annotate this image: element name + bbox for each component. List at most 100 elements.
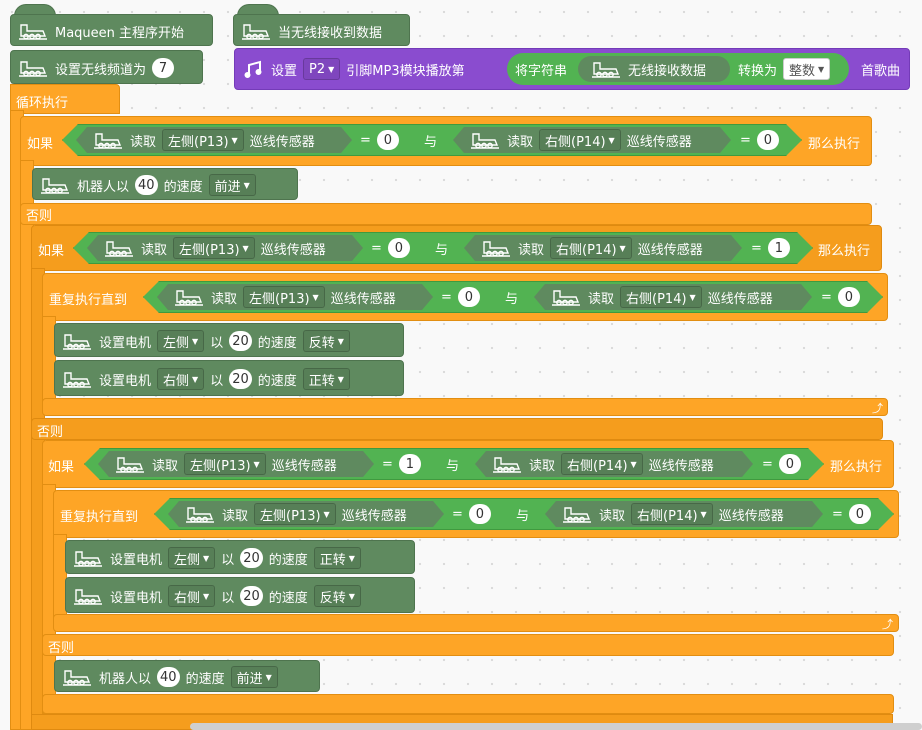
value-input[interactable]: 0: [468, 504, 491, 524]
robot-forward-block-c[interactable]: 机器人以 40 的速度 前进 ▼: [54, 660, 320, 692]
radio-data-label: 无线接收数据: [628, 63, 707, 79]
sensor-side-dropdown[interactable]: 右侧(P14) ▼: [620, 286, 702, 308]
sensor-side-dropdown[interactable]: 右侧(P14) ▼: [631, 503, 713, 525]
sensor-label: 巡线传感器: [648, 458, 714, 474]
with-label: 以: [221, 590, 235, 606]
suffix-label: 首歌曲: [861, 63, 901, 79]
motor-side-dropdown[interactable]: 左侧 ▼: [168, 547, 216, 569]
maqueen-robot-icon: [186, 507, 214, 523]
speed-suffix-label: 的速度: [185, 671, 225, 687]
maqueen-robot-icon: [563, 507, 591, 523]
sensor-side-dropdown[interactable]: 左侧(P13) ▼: [243, 286, 325, 308]
sensor-side-dropdown[interactable]: 左侧(P13) ▼: [162, 129, 244, 151]
maqueen-robot-icon: [41, 178, 69, 194]
eq-label: =: [740, 132, 751, 148]
repeat-until-label: 重复执行直到: [49, 293, 128, 308]
and-label: 与: [516, 508, 530, 524]
motor-side-dropdown[interactable]: 左侧 ▼: [157, 330, 205, 352]
set-motor-left-block-b[interactable]: 设置电机 左侧 ▼ 以 20 的速度 反转 ▼: [54, 323, 404, 357]
motor-dir-dropdown[interactable]: 正转 ▼: [313, 547, 361, 569]
set-motor-right-block-b[interactable]: 设置电机 右侧 ▼ 以 20 的速度 正转 ▼: [54, 360, 404, 396]
motor-dir-dropdown[interactable]: 反转 ▼: [313, 585, 361, 607]
maqueen-robot-icon: [105, 241, 133, 257]
set-channel-block[interactable]: 设置无线频道为 7: [10, 50, 203, 84]
sensor-label: 巡线传感器: [626, 134, 692, 150]
value-input[interactable]: 0: [457, 287, 480, 307]
maqueen-robot-icon: [94, 133, 122, 149]
else-bar-b: [31, 418, 883, 440]
direction-dropdown[interactable]: 前进 ▼: [230, 666, 278, 688]
sensor-label: 巡线传感器: [271, 458, 337, 474]
radio-receive-hat-block[interactable]: 当无线接收到数据: [233, 14, 410, 46]
value-input[interactable]: 0: [756, 130, 779, 150]
speed-input[interactable]: 20: [240, 586, 263, 606]
if-label: 如果: [27, 137, 54, 152]
motor-side-dropdown[interactable]: 右侧 ▼: [168, 585, 216, 607]
sensor-side-dropdown[interactable]: 右侧(P14) ▼: [550, 237, 632, 259]
speed-input[interactable]: 40: [135, 175, 158, 195]
speed-input[interactable]: 40: [157, 667, 180, 687]
motor-label: 设置电机: [110, 590, 163, 606]
motor-dir-dropdown[interactable]: 反转 ▼: [302, 330, 350, 352]
sensor-side-dropdown[interactable]: 左侧(P13) ▼: [184, 453, 266, 475]
sensor-side-dropdown[interactable]: 左侧(P13) ▼: [254, 503, 336, 525]
value-input[interactable]: 0: [778, 454, 801, 474]
eq-label: =: [762, 456, 773, 472]
value-input[interactable]: 1: [767, 238, 790, 258]
maqueen-robot-icon: [552, 290, 580, 306]
then-label: 那么执行: [818, 244, 871, 259]
speed-input[interactable]: 20: [240, 548, 263, 568]
pin-dropdown[interactable]: P2 ▼: [303, 58, 341, 80]
speed-input[interactable]: 20: [229, 331, 252, 351]
channel-input[interactable]: 7: [152, 58, 175, 78]
value-input[interactable]: 0: [387, 238, 410, 258]
speed-suffix-label: 的速度: [257, 335, 297, 351]
mp3-play-block[interactable]: 设置 P2 ▼ 引脚MP3模块播放第 将字符串 无线接收数据 转换为 整数 ▼ 首歌…: [234, 48, 910, 90]
sensor-side-dropdown[interactable]: 左侧(P13) ▼: [173, 237, 255, 259]
sensor-label: 巡线传感器: [707, 291, 773, 307]
maqueen-robot-icon: [63, 670, 91, 686]
eq-label: =: [360, 132, 371, 148]
maqueen-robot-icon: [63, 334, 91, 350]
sensor-side-dropdown[interactable]: 右侧(P14) ▼: [539, 129, 621, 151]
else-bar-c: [42, 634, 894, 656]
else-bar-a: [20, 203, 872, 225]
maqueen-robot-icon: [63, 372, 91, 388]
robot-forward-block[interactable]: 机器人以 40 的速度 前进 ▼: [32, 168, 298, 200]
sensor-label: 巡线传感器: [260, 242, 326, 258]
speed-input[interactable]: 20: [229, 369, 252, 389]
motor-dir-dropdown[interactable]: 正转 ▼: [302, 368, 350, 390]
maqueen-start-block[interactable]: Maqueen 主程序开始: [10, 14, 213, 46]
value-input[interactable]: 0: [837, 287, 860, 307]
direction-dropdown[interactable]: 前进 ▼: [208, 174, 256, 196]
motor-side-dropdown[interactable]: 右侧 ▼: [157, 368, 205, 390]
read-label: 读取: [599, 508, 626, 524]
with-label: 以: [210, 373, 224, 389]
eq-label: =: [382, 456, 393, 472]
if-label: 如果: [48, 460, 75, 475]
loop-arrow-icon: ⤴: [872, 402, 883, 415]
repeat-c-footer: [53, 614, 899, 632]
read-label: 读取: [152, 458, 179, 474]
maqueen-robot-icon: [482, 241, 510, 257]
value-input[interactable]: 1: [398, 454, 421, 474]
sensor-label: 巡线传感器: [330, 291, 396, 307]
maqueen-robot-icon: [493, 457, 521, 473]
repeat-b-footer: [42, 398, 888, 416]
set-motor-right-block-c[interactable]: 设置电机 右侧 ▼ 以 20 的速度 反转 ▼: [65, 577, 415, 613]
read-label: 读取: [529, 458, 556, 474]
start-block-label: Maqueen 主程序开始: [55, 25, 185, 41]
and-label: 与: [435, 242, 449, 258]
horizontal-scrollbar[interactable]: [190, 723, 922, 730]
eq-label: =: [832, 506, 843, 522]
and-label: 与: [505, 291, 519, 307]
sensor-side-dropdown[interactable]: 右侧(P14) ▼: [561, 453, 643, 475]
set-motor-left-block-c[interactable]: 设置电机 左侧 ▼ 以 20 的速度 正转 ▼: [65, 540, 415, 574]
maqueen-robot-icon: [19, 61, 47, 77]
type-dropdown[interactable]: 整数 ▼: [783, 58, 831, 80]
value-input[interactable]: 0: [376, 130, 399, 150]
to-label: 转换为: [738, 63, 778, 79]
maqueen-robot-icon: [19, 24, 47, 40]
maqueen-robot-icon: [74, 589, 102, 605]
value-input[interactable]: 0: [848, 504, 871, 524]
